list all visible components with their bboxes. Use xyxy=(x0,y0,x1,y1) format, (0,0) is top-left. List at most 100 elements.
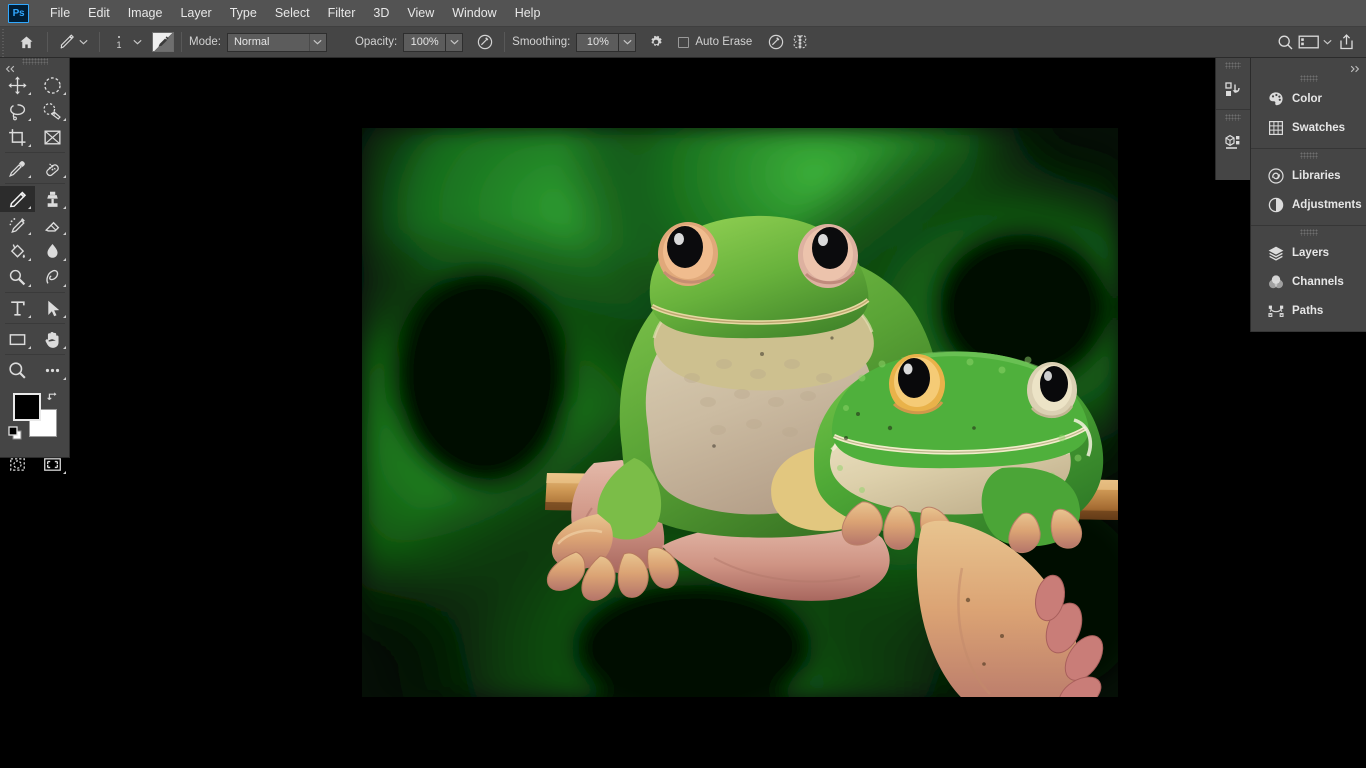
auto-erase-label: Auto Erase xyxy=(695,36,753,48)
clone-stamp-tool[interactable] xyxy=(35,186,70,212)
search-icon[interactable] xyxy=(1273,30,1297,54)
spot-healing-brush-tool[interactable] xyxy=(35,155,70,181)
hand-tool[interactable] xyxy=(35,326,70,352)
tool-flyout-indicator xyxy=(63,118,66,121)
panel-tab-adjustments[interactable]: Adjustments xyxy=(1251,190,1366,219)
options-bar-grip[interactable] xyxy=(0,26,6,58)
menu-item-file[interactable]: File xyxy=(41,2,79,24)
workspace-chevron-down-icon[interactable] xyxy=(1321,32,1334,52)
quick-mask-icon xyxy=(10,457,25,471)
tool-flyout-indicator xyxy=(63,346,66,349)
dock-collapse-double-chevron-right-icon[interactable] xyxy=(1349,60,1360,78)
foreground-color-swatch[interactable] xyxy=(13,393,41,421)
object-selection-tool[interactable] xyxy=(35,98,70,124)
menu-item-type[interactable]: Type xyxy=(221,2,266,24)
rectangle-tool[interactable] xyxy=(0,326,35,352)
smoothing-chevron-down-icon[interactable] xyxy=(619,32,637,52)
menu-item-view[interactable]: View xyxy=(398,2,443,24)
document-image[interactable] xyxy=(362,128,1118,697)
frame-icon xyxy=(44,130,61,144)
tool-flyout-indicator xyxy=(28,175,31,178)
panel-tab-swatches[interactable]: Swatches xyxy=(1251,113,1366,142)
brush-preset-picker[interactable] xyxy=(152,32,174,52)
eraser-tool[interactable] xyxy=(35,212,70,238)
opacity-chevron-down-icon[interactable] xyxy=(446,32,464,52)
pressure-opacity-toggle[interactable] xyxy=(473,30,497,54)
menu-item-select[interactable]: Select xyxy=(266,2,319,24)
smoothing-input[interactable]: 10% xyxy=(576,32,620,52)
swap-colors-icon[interactable] xyxy=(47,389,61,407)
workspace-icon[interactable] xyxy=(1297,30,1321,54)
menu-item-window[interactable]: Window xyxy=(443,2,505,24)
tools-panel-grip[interactable] xyxy=(21,58,48,65)
tool-flyout-indicator xyxy=(28,315,31,318)
pressure-size-toggle[interactable] xyxy=(764,30,788,54)
menu-item-layer[interactable]: Layer xyxy=(171,2,220,24)
tool-flyout-indicator xyxy=(28,232,31,235)
edit-toolbar[interactable] xyxy=(35,357,70,383)
dock-icon-grip-2[interactable] xyxy=(1225,114,1241,121)
frame-tool[interactable] xyxy=(35,124,70,150)
horizontal-type-tool[interactable] xyxy=(0,295,35,321)
blend-mode-select[interactable]: Normal xyxy=(226,32,327,52)
zoom-tool[interactable] xyxy=(0,357,35,383)
panel-group-grip[interactable] xyxy=(1299,152,1318,159)
panel-group-grip[interactable] xyxy=(1299,75,1318,82)
brush-preset-chevron-down-icon[interactable] xyxy=(131,32,144,52)
blur-tool[interactable] xyxy=(35,238,70,264)
move-icon xyxy=(8,75,27,95)
dodge-tool[interactable] xyxy=(0,264,35,290)
history-brush-tool[interactable] xyxy=(0,212,35,238)
home-button[interactable] xyxy=(12,30,40,54)
history-panel-icon[interactable] xyxy=(1216,71,1250,109)
auto-erase-checkbox[interactable] xyxy=(678,36,690,48)
crop-tool[interactable] xyxy=(0,124,35,150)
canvas-area[interactable] xyxy=(70,58,1215,768)
quick-mask-mode[interactable] xyxy=(0,451,35,477)
blur-droplet-icon xyxy=(47,243,58,258)
zoom-magnifier-icon xyxy=(9,361,26,379)
share-icon[interactable] xyxy=(1334,30,1358,54)
eyedropper-tool[interactable] xyxy=(0,155,35,181)
elliptical-marquee-tool[interactable] xyxy=(35,72,70,98)
screen-mode[interactable] xyxy=(35,451,70,477)
smoothing-options-gear-icon[interactable] xyxy=(644,30,668,54)
opacity-input[interactable]: 100% xyxy=(403,32,447,52)
panel-tab-color[interactable]: Color xyxy=(1251,84,1366,113)
active-tool-preset[interactable] xyxy=(55,30,92,54)
separator-2 xyxy=(99,32,100,52)
panel-tab-layers[interactable]: Layers xyxy=(1251,238,1366,267)
libraries-group: Libraries Adjustments xyxy=(1251,152,1366,226)
auto-erase-checkbox-row[interactable]: Auto Erase xyxy=(678,36,752,48)
eraser-icon xyxy=(44,221,60,232)
menu-item-3d[interactable]: 3D xyxy=(364,2,398,24)
panel-tab-label: Layers xyxy=(1292,246,1330,259)
panel-tab-libraries[interactable]: Libraries xyxy=(1251,161,1366,190)
menu-item-filter[interactable]: Filter xyxy=(319,2,365,24)
3d-panel-icon[interactable] xyxy=(1216,123,1250,161)
tool-preset-chevron-down-icon[interactable] xyxy=(77,32,90,52)
adjustments-halfcircle-icon xyxy=(1265,196,1287,214)
panels-dock: Color Swatches Libraries Adjustments Layers C… xyxy=(1250,58,1366,332)
gradient-tool[interactable] xyxy=(0,238,35,264)
tool-flyout-indicator xyxy=(63,315,66,318)
menu-item-edit[interactable]: Edit xyxy=(79,2,119,24)
default-colors-icon[interactable] xyxy=(8,426,22,445)
pencil-tool[interactable] xyxy=(0,186,35,212)
panel-tab-channels[interactable]: Channels xyxy=(1251,267,1366,296)
pen-tool[interactable] xyxy=(35,264,70,290)
menu-item-help[interactable]: Help xyxy=(506,2,550,24)
path-selection-tool[interactable] xyxy=(35,295,70,321)
menu-item-image[interactable]: Image xyxy=(119,2,172,24)
brush-size-value[interactable]: 1 xyxy=(107,29,131,55)
dock-icon-grip[interactable] xyxy=(1225,62,1241,69)
photoshop-logo[interactable]: Ps xyxy=(8,3,29,23)
tool-flyout-indicator xyxy=(63,92,66,95)
screen-mode-icon xyxy=(44,457,61,471)
panel-tab-paths[interactable]: Paths xyxy=(1251,296,1366,325)
symmetry-butterfly-icon[interactable] xyxy=(788,30,812,54)
panel-group-grip[interactable] xyxy=(1299,229,1318,236)
move-tool[interactable] xyxy=(0,72,35,98)
tool-flyout-indicator xyxy=(63,206,66,209)
lasso-tool[interactable] xyxy=(0,98,35,124)
